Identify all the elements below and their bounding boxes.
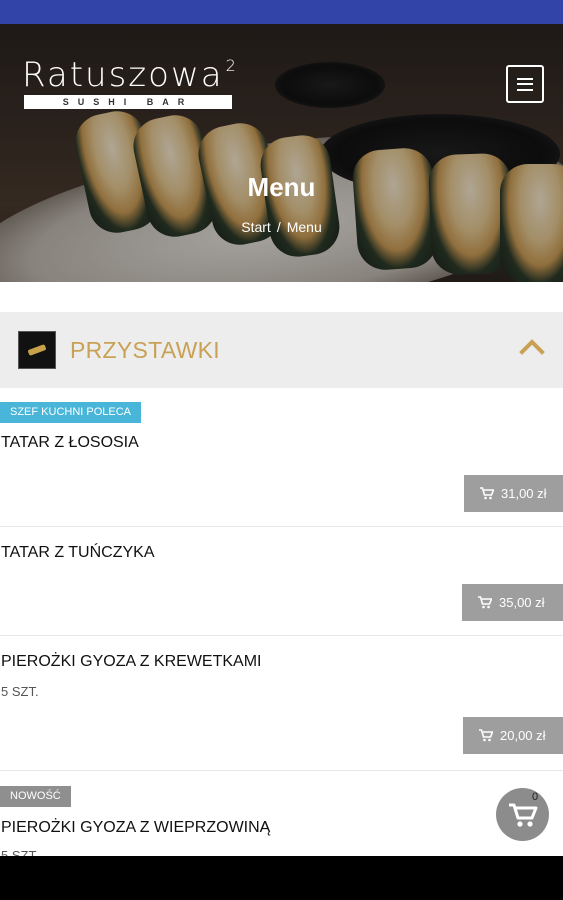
logo[interactable]: Ratuszowa 2 [22,55,238,95]
logo-subtitle: SUSHI BAR [24,95,232,109]
item-name: PIEROŻKI GYOZA Z KREWETKAMI [1,653,262,670]
hamburger-icon [517,77,533,91]
add-to-cart-button[interactable]: 20,00 zł [463,717,563,754]
add-to-cart-button[interactable]: 31,00 zł [464,475,563,512]
breadcrumb: Start / Menu [0,219,563,235]
cart-count: 0 [532,791,539,803]
cart-button[interactable] [496,788,549,841]
badge-new: NOWOŚĆ [0,786,71,807]
category-header[interactable]: PRZYSTAWKI [0,312,563,388]
menu-item: TATAR Z TUŃCZYKA 35,00 zł [0,528,563,636]
menu-item: PIEROŻKI GYOZA Z KREWETKAMI 5 SZT. 20,00… [0,637,563,771]
breadcrumb-separator: / [276,219,281,235]
item-price: 20,00 zł [500,728,546,743]
cart-icon [479,729,493,742]
item-name: TATAR Z ŁOSOSIA [1,434,139,451]
breadcrumb-current: Menu [286,219,322,235]
logo-name: Ratuszowa [22,55,224,95]
badge-chef-recommends: SZEF KUCHNI POLECA [0,402,142,423]
page-title: Menu [247,172,316,202]
menu-button[interactable] [506,65,544,103]
status-bar [0,0,563,24]
item-name: PIEROŻKI GYOZA Z WIEPRZOWINĄ [1,819,271,836]
cart-icon [478,596,492,609]
cart-icon [508,803,537,827]
cart-icon [480,487,494,500]
menu-item: NOWOŚĆ PIEROŻKI GYOZA Z WIEPRZOWINĄ 5 SZ… [0,772,563,863]
logo-superscript: 2 [225,56,238,75]
item-description: 5 SZT. [1,684,39,699]
item-name: TATAR Z TUŃCZYKA [1,544,155,561]
add-to-cart-button[interactable]: 35,00 zł [462,584,563,621]
menu-item: SZEF KUCHNI POLECA TATAR Z ŁOSOSIA 31,00… [0,400,563,527]
chevron-up-icon[interactable] [519,334,545,360]
item-price: 35,00 zł [499,595,545,610]
category-title: PRZYSTAWKI [70,337,220,363]
item-price: 31,00 zł [501,486,547,501]
breadcrumb-start-link[interactable]: Start [241,219,271,235]
system-navigation-bar [0,856,563,900]
category-thumbnail [18,331,56,369]
